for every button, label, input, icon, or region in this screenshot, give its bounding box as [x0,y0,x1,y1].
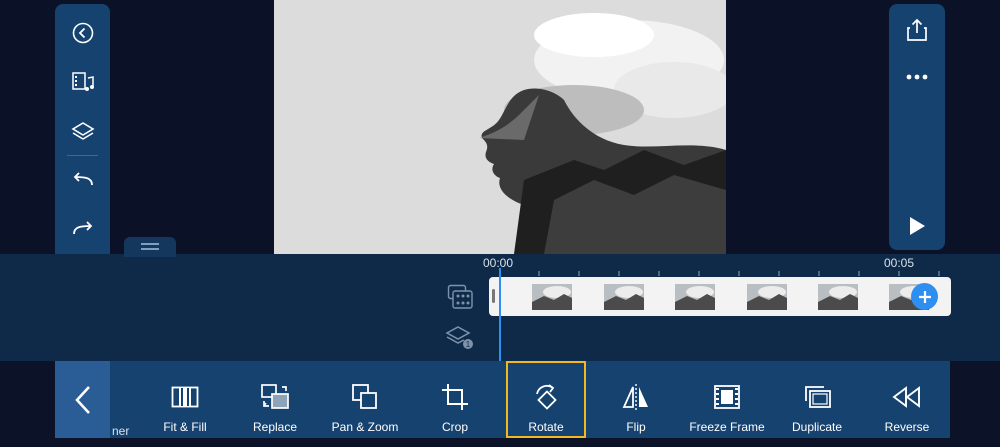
tool-fit-fill[interactable]: Fit & Fill [150,361,220,438]
tool-rotate[interactable]: Rotate [506,361,586,438]
reverse-icon [892,383,922,411]
tool-label: Rotate [528,420,564,434]
tool-label: Reverse [884,420,930,434]
tool-label: Pan & Zoom [331,420,399,434]
clip-thumbnail [747,284,787,310]
fit-fill-icon [171,383,199,411]
layers-icon[interactable] [55,111,110,151]
video-track-icon[interactable] [447,284,473,310]
tool-freeze-frame[interactable]: Freeze Frame [682,361,772,438]
clip-thumbnail [818,284,858,310]
preview-image [274,0,726,254]
video-preview[interactable] [274,0,726,254]
undo-icon[interactable] [55,160,110,200]
tool-reverse[interactable]: Reverse [872,361,942,438]
flip-icon [622,383,650,411]
svg-text:1: 1 [466,340,471,349]
toolbar-back-button[interactable] [55,361,110,438]
tool-label: Replace [252,420,298,434]
tool-flip[interactable]: Flip [601,361,671,438]
right-toolbar [889,4,945,250]
add-clip-button[interactable] [911,283,938,310]
duplicate-icon [802,383,832,411]
play-icon[interactable] [889,206,944,246]
tool-label: Freeze Frame [689,420,765,434]
pan-zoom-icon [351,383,379,411]
tool-replace[interactable]: Replace [240,361,310,438]
tool-pan-zoom[interactable]: Pan & Zoom [330,361,400,438]
clip-thumbnail [604,284,644,310]
tool-crop[interactable]: Crop [420,361,490,438]
tool-label-partial: ner [112,424,130,438]
rail-divider [67,155,98,156]
tool-label: Duplicate [791,420,843,434]
back-circle-icon[interactable] [55,13,110,53]
tool-label: Flip [626,420,646,434]
plus-icon [918,290,931,303]
handle-icon [141,243,159,250]
timeline-end-time: 00:05 [884,256,915,270]
tool-label: Crop [441,420,468,434]
chevron-left-icon [74,385,90,414]
rotate-icon [531,383,561,411]
layers-track-icon[interactable]: 1 [445,324,475,350]
clip-thumbnail [532,284,572,310]
clip-thumbnail [675,284,715,310]
tool-duplicate[interactable]: Duplicate [782,361,852,438]
video-clip[interactable] [489,277,951,316]
crop-icon [441,383,469,411]
freeze-frame-icon [713,383,741,411]
share-icon[interactable] [889,10,944,50]
tool-label: Fit & Fill [163,420,207,434]
replace-icon [260,383,290,411]
playhead[interactable] [499,268,501,361]
redo-icon[interactable] [55,209,110,249]
more-icon[interactable] [889,57,944,97]
clip-trim-handle[interactable] [492,289,495,303]
media-music-icon[interactable] [55,62,110,102]
drawer-handle[interactable] [124,237,176,257]
